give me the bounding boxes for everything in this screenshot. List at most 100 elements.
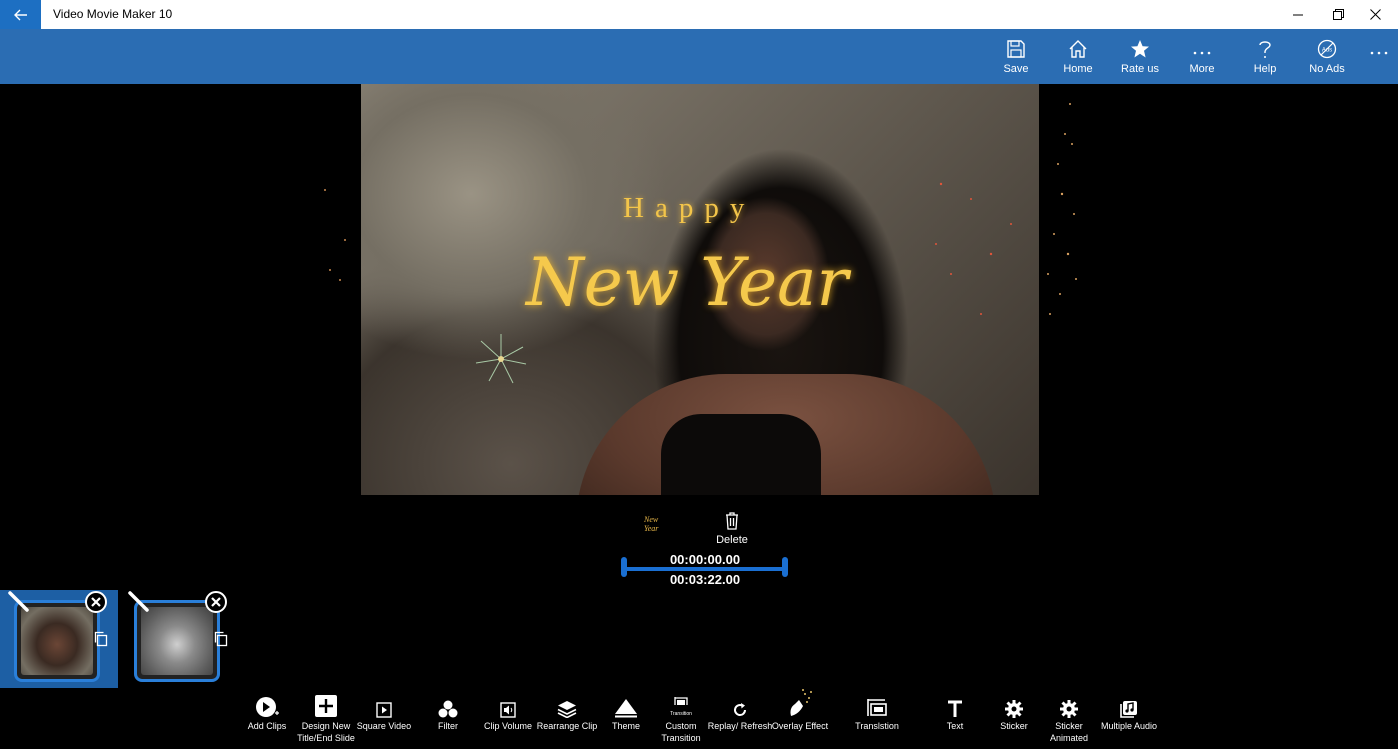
trim-start-handle[interactable] bbox=[621, 557, 627, 577]
sparkle-effect-right bbox=[1047, 103, 1077, 315]
clip-remove-button[interactable] bbox=[84, 590, 108, 619]
clip-volume-label: Clip Volume bbox=[483, 721, 533, 731]
title-thumbnail[interactable]: New Year bbox=[644, 512, 674, 536]
title-line-new-year: New Year bbox=[526, 244, 849, 321]
add-clips-label: Add Clips bbox=[247, 721, 287, 731]
help-button[interactable]: Help bbox=[1234, 29, 1296, 84]
save-button[interactable]: Save bbox=[985, 29, 1047, 84]
trim-timeline[interactable] bbox=[624, 567, 784, 571]
add-clips-icon bbox=[256, 697, 279, 717]
no-ads-icon: Ads bbox=[1317, 39, 1337, 59]
overlay-effect-button[interactable]: Overlay Effect bbox=[767, 688, 833, 749]
overlay-effect-icon bbox=[790, 689, 812, 716]
pencil-icon bbox=[8, 591, 29, 612]
video-preview[interactable]: Happy New Year bbox=[361, 84, 1039, 495]
clip-remove-button[interactable] bbox=[204, 590, 228, 619]
ellipsis-icon bbox=[1370, 51, 1388, 55]
restore-icon bbox=[1332, 9, 1344, 20]
start-time: 00:00:00.00 bbox=[669, 552, 741, 567]
minimize-icon bbox=[1293, 14, 1303, 15]
clip-controls: New Year Delete 00:00:00.00 00:03:22.00 bbox=[620, 510, 790, 590]
transition-icon bbox=[867, 699, 887, 716]
sparkle-effect-preview bbox=[935, 182, 1012, 315]
sticker-label: Sticker bbox=[1000, 721, 1028, 731]
copy-icon bbox=[214, 631, 228, 647]
rearrange-clip-button[interactable]: Rearrange Clip bbox=[534, 688, 600, 749]
more-label: More bbox=[1189, 63, 1215, 75]
square-video-label: Square Video bbox=[356, 721, 412, 731]
back-button[interactable] bbox=[0, 0, 41, 29]
clip-item[interactable] bbox=[120, 590, 238, 688]
sticker-animated-label: Sticker Animated bbox=[1049, 721, 1089, 743]
home-icon bbox=[1069, 40, 1087, 58]
home-button[interactable]: Home bbox=[1047, 29, 1109, 84]
overflow-menu-button[interactable] bbox=[1360, 29, 1398, 84]
replay-refresh-label: Replay/ Refresh bbox=[707, 721, 773, 731]
close-icon bbox=[1369, 9, 1381, 20]
save-label: Save bbox=[1003, 63, 1029, 75]
text-icon bbox=[948, 700, 962, 717]
square-video-button[interactable]: Square Video bbox=[351, 688, 417, 749]
trash-icon bbox=[726, 512, 738, 530]
firework-sparkle bbox=[475, 334, 527, 384]
clip-volume-button[interactable]: Clip Volume bbox=[475, 688, 541, 749]
overlay-effect-label: Overlay Effect bbox=[771, 721, 829, 731]
sticker-animated-icon bbox=[1060, 700, 1078, 718]
rate-us-label: Rate us bbox=[1121, 63, 1159, 75]
filter-icon bbox=[438, 700, 458, 718]
more-button[interactable]: More bbox=[1171, 29, 1233, 84]
clip-edit-button[interactable] bbox=[7, 590, 31, 619]
clip-duplicate-button[interactable] bbox=[94, 631, 108, 652]
save-icon bbox=[1007, 40, 1025, 58]
app-title: Video Movie Maker 10 bbox=[53, 7, 173, 21]
design-title-button[interactable]: Design New Title/End Slide bbox=[293, 688, 359, 749]
theme-label: Theme bbox=[611, 721, 640, 731]
delete-label: Delete bbox=[716, 534, 748, 546]
rearrange-icon bbox=[557, 701, 577, 718]
clip-item[interactable] bbox=[0, 590, 118, 688]
filter-label: Filter bbox=[438, 721, 458, 731]
preview-subject-top bbox=[661, 414, 821, 495]
multiple-audio-button[interactable]: Multiple Audio bbox=[1096, 688, 1162, 749]
close-button[interactable] bbox=[1352, 0, 1398, 29]
sparkle-effect-left bbox=[324, 189, 346, 281]
star-icon bbox=[1131, 40, 1149, 58]
sticker-icon bbox=[1005, 700, 1023, 718]
rate-us-button[interactable]: Rate us bbox=[1109, 29, 1171, 84]
design-title-icon bbox=[315, 695, 337, 717]
custom-transition-button[interactable]: Transition Custom Transition bbox=[648, 688, 714, 749]
question-icon bbox=[1259, 41, 1271, 58]
trim-end-handle[interactable] bbox=[782, 557, 788, 577]
home-label: Home bbox=[1063, 63, 1093, 75]
filter-button[interactable]: Filter bbox=[415, 688, 481, 749]
multiple-audio-label: Multiple Audio bbox=[1100, 721, 1158, 731]
transition-label: Translstion bbox=[855, 721, 899, 731]
delete-button[interactable]: Delete bbox=[712, 512, 752, 546]
close-circle-icon bbox=[205, 591, 227, 613]
title-line-happy: Happy bbox=[623, 192, 756, 224]
text-button[interactable]: Text bbox=[922, 688, 988, 749]
transition-button[interactable]: Translstion bbox=[844, 688, 910, 749]
sticker-animated-button[interactable]: Sticker Animated bbox=[1036, 688, 1102, 749]
pencil-icon bbox=[128, 591, 149, 612]
clip-edit-button[interactable] bbox=[127, 590, 151, 619]
refresh-icon bbox=[734, 703, 747, 716]
clip-volume-icon bbox=[500, 702, 516, 718]
no-ads-label: No Ads bbox=[1309, 63, 1345, 75]
ellipsis-icon bbox=[1193, 51, 1211, 55]
end-time: 00:03:22.00 bbox=[669, 572, 741, 587]
custom-transition-icon: Transition bbox=[670, 697, 692, 717]
replay-refresh-button[interactable]: Replay/ Refresh bbox=[707, 688, 773, 749]
command-bar: Save Home Rate us More Help Ads No Ads bbox=[0, 29, 1398, 84]
add-clips-button[interactable]: Add Clips bbox=[234, 688, 300, 749]
bottom-toolbar: Add Clips Design New Title/End Slide Squ… bbox=[0, 688, 1398, 749]
square-video-icon bbox=[376, 702, 392, 718]
text-label: Text bbox=[946, 721, 964, 731]
custom-transition-label: Custom Transition bbox=[661, 721, 701, 743]
svg-text:Transition: Transition bbox=[670, 711, 692, 717]
back-arrow-icon bbox=[13, 9, 27, 20]
clip-duplicate-button[interactable] bbox=[214, 631, 228, 652]
no-ads-button[interactable]: Ads No Ads bbox=[1296, 29, 1358, 84]
theme-icon bbox=[615, 699, 637, 718]
help-label: Help bbox=[1253, 63, 1277, 75]
